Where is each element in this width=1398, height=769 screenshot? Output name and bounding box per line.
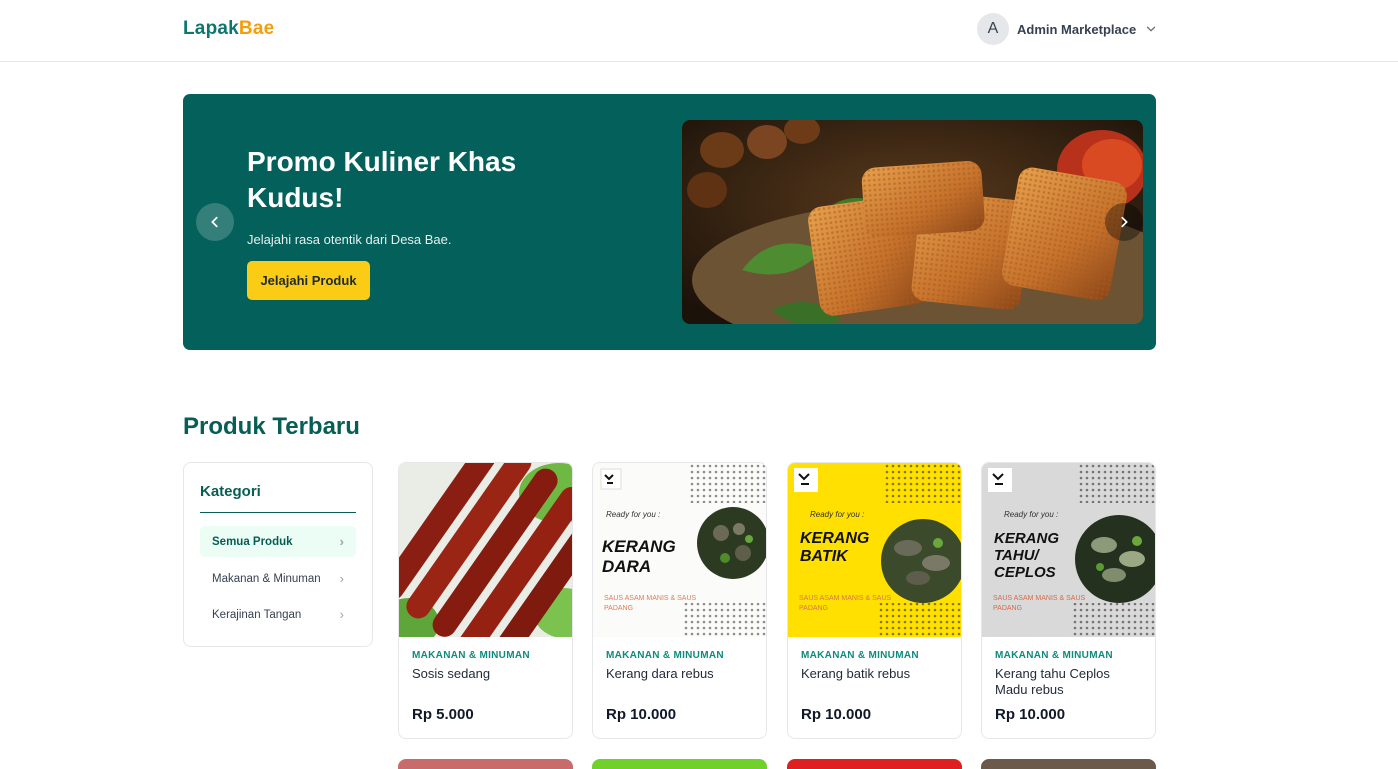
product-name: Sosis sedang: [412, 666, 491, 681]
product-card[interactable]: Ready for you : KERANG TAHU/ CEPLOS SAUS…: [981, 462, 1156, 739]
explore-products-button[interactable]: Jelajahi Produk: [247, 261, 370, 300]
poster-title: KERANG DARA: [602, 537, 676, 577]
hero-image: [682, 120, 1143, 324]
hero-title: Promo Kuliner Khas Kudus!: [247, 146, 517, 213]
poster-title-line: TAHU/: [994, 547, 1039, 564]
section-title: Produk Terbaru: [183, 413, 360, 440]
poster-sauce-text: SAUS ASAM MANIS & SAUS PADANG: [604, 595, 697, 612]
chevron-down-icon: [1147, 26, 1156, 32]
product-category: MAKANAN & MINUMAN: [995, 650, 1113, 661]
product-name: Kerang tahu Ceplos Madu rebus: [995, 666, 1110, 697]
poster-ready-text: Ready for you :: [1004, 510, 1059, 519]
brand-name-part2: Bae: [238, 18, 275, 39]
brand-logo[interactable]: LapakBae: [183, 18, 274, 40]
product-card-partial[interactable]: [981, 759, 1156, 769]
product-card[interactable]: Ready for you : KERANG DARA SAUS ASAM MA…: [592, 462, 767, 739]
chevron-right-icon: ›: [339, 607, 344, 622]
hero-banner: Promo Kuliner Khas Kudus! Jelajahi rasa …: [183, 94, 1156, 350]
product-price: Rp 10.000: [801, 706, 872, 723]
poster-title: KERANG TAHU/ CEPLOS: [994, 530, 1059, 581]
poster-ready-text: Ready for you :: [810, 510, 865, 519]
category-label: Kerajinan Tangan: [212, 608, 302, 621]
poster-title-line: DARA: [602, 557, 652, 576]
product-card-partial[interactable]: [398, 759, 573, 769]
avatar: A: [977, 13, 1009, 45]
poster-sauce-text: SAUS ASAM MANIS & SAUS PADANG: [993, 595, 1086, 612]
category-label: Makanan & Minuman: [212, 572, 321, 585]
divider: [200, 512, 356, 513]
product-name: Kerang batik rebus: [801, 666, 911, 681]
category-item-crafts[interactable]: Kerajinan Tangan ›: [200, 599, 356, 630]
poster-title-line: KERANG: [602, 537, 676, 556]
category-panel: Kategori Semua Produk › Makanan & Minuma…: [183, 462, 373, 647]
carousel-prev-button[interactable]: [196, 203, 234, 241]
product-image: [399, 463, 572, 637]
product-card-partial[interactable]: [787, 759, 962, 769]
product-category: MAKANAN & MINUMAN: [606, 650, 724, 661]
product-card[interactable]: MAKANAN & MINUMAN Sosis sedang Rp 5.000: [398, 462, 573, 739]
product-card-partial[interactable]: [592, 759, 767, 769]
chevron-right-icon: [1121, 216, 1128, 228]
top-navbar: LapakBae A Admin Marketplace: [0, 0, 1398, 62]
chevron-right-icon: ›: [339, 571, 344, 586]
category-label: Semua Produk: [212, 535, 293, 548]
hero-subtitle: Jelajahi rasa otentik dari Desa Bae.: [247, 232, 452, 247]
category-title: Kategori: [200, 483, 261, 500]
chevron-right-icon: ›: [339, 534, 344, 549]
product-price: Rp 5.000: [412, 706, 474, 723]
poster-title: KERANG BATIK: [800, 530, 869, 566]
product-price: Rp 10.000: [995, 706, 1066, 723]
product-category: MAKANAN & MINUMAN: [801, 650, 919, 661]
product-price: Rp 10.000: [606, 706, 677, 723]
poster-ready-text: Ready for you :: [606, 510, 661, 519]
product-category: MAKANAN & MINUMAN: [412, 650, 530, 661]
poster-title-line: CEPLOS: [994, 564, 1056, 581]
poster-title-line: KERANG: [994, 530, 1060, 547]
category-item-food[interactable]: Makanan & Minuman ›: [200, 563, 356, 594]
brand-name-part1: Lapak: [183, 18, 239, 39]
product-card[interactable]: Ready for you : KERANG BATIK SAUS ASAM M…: [787, 462, 962, 739]
poster-title-line: KERANG: [800, 530, 870, 547]
chevron-left-icon: [211, 216, 218, 228]
carousel-next-button[interactable]: [1105, 203, 1143, 241]
user-name: Admin Marketplace: [1017, 21, 1137, 37]
product-name: Kerang dara rebus: [606, 666, 714, 681]
poster-title-line: BATIK: [800, 548, 848, 565]
category-item-all[interactable]: Semua Produk ›: [200, 526, 356, 557]
user-menu[interactable]: A Admin Marketplace: [977, 13, 1158, 45]
poster-sauce-text: SAUS ASAM MANIS & SAUS PADANG: [799, 595, 892, 612]
